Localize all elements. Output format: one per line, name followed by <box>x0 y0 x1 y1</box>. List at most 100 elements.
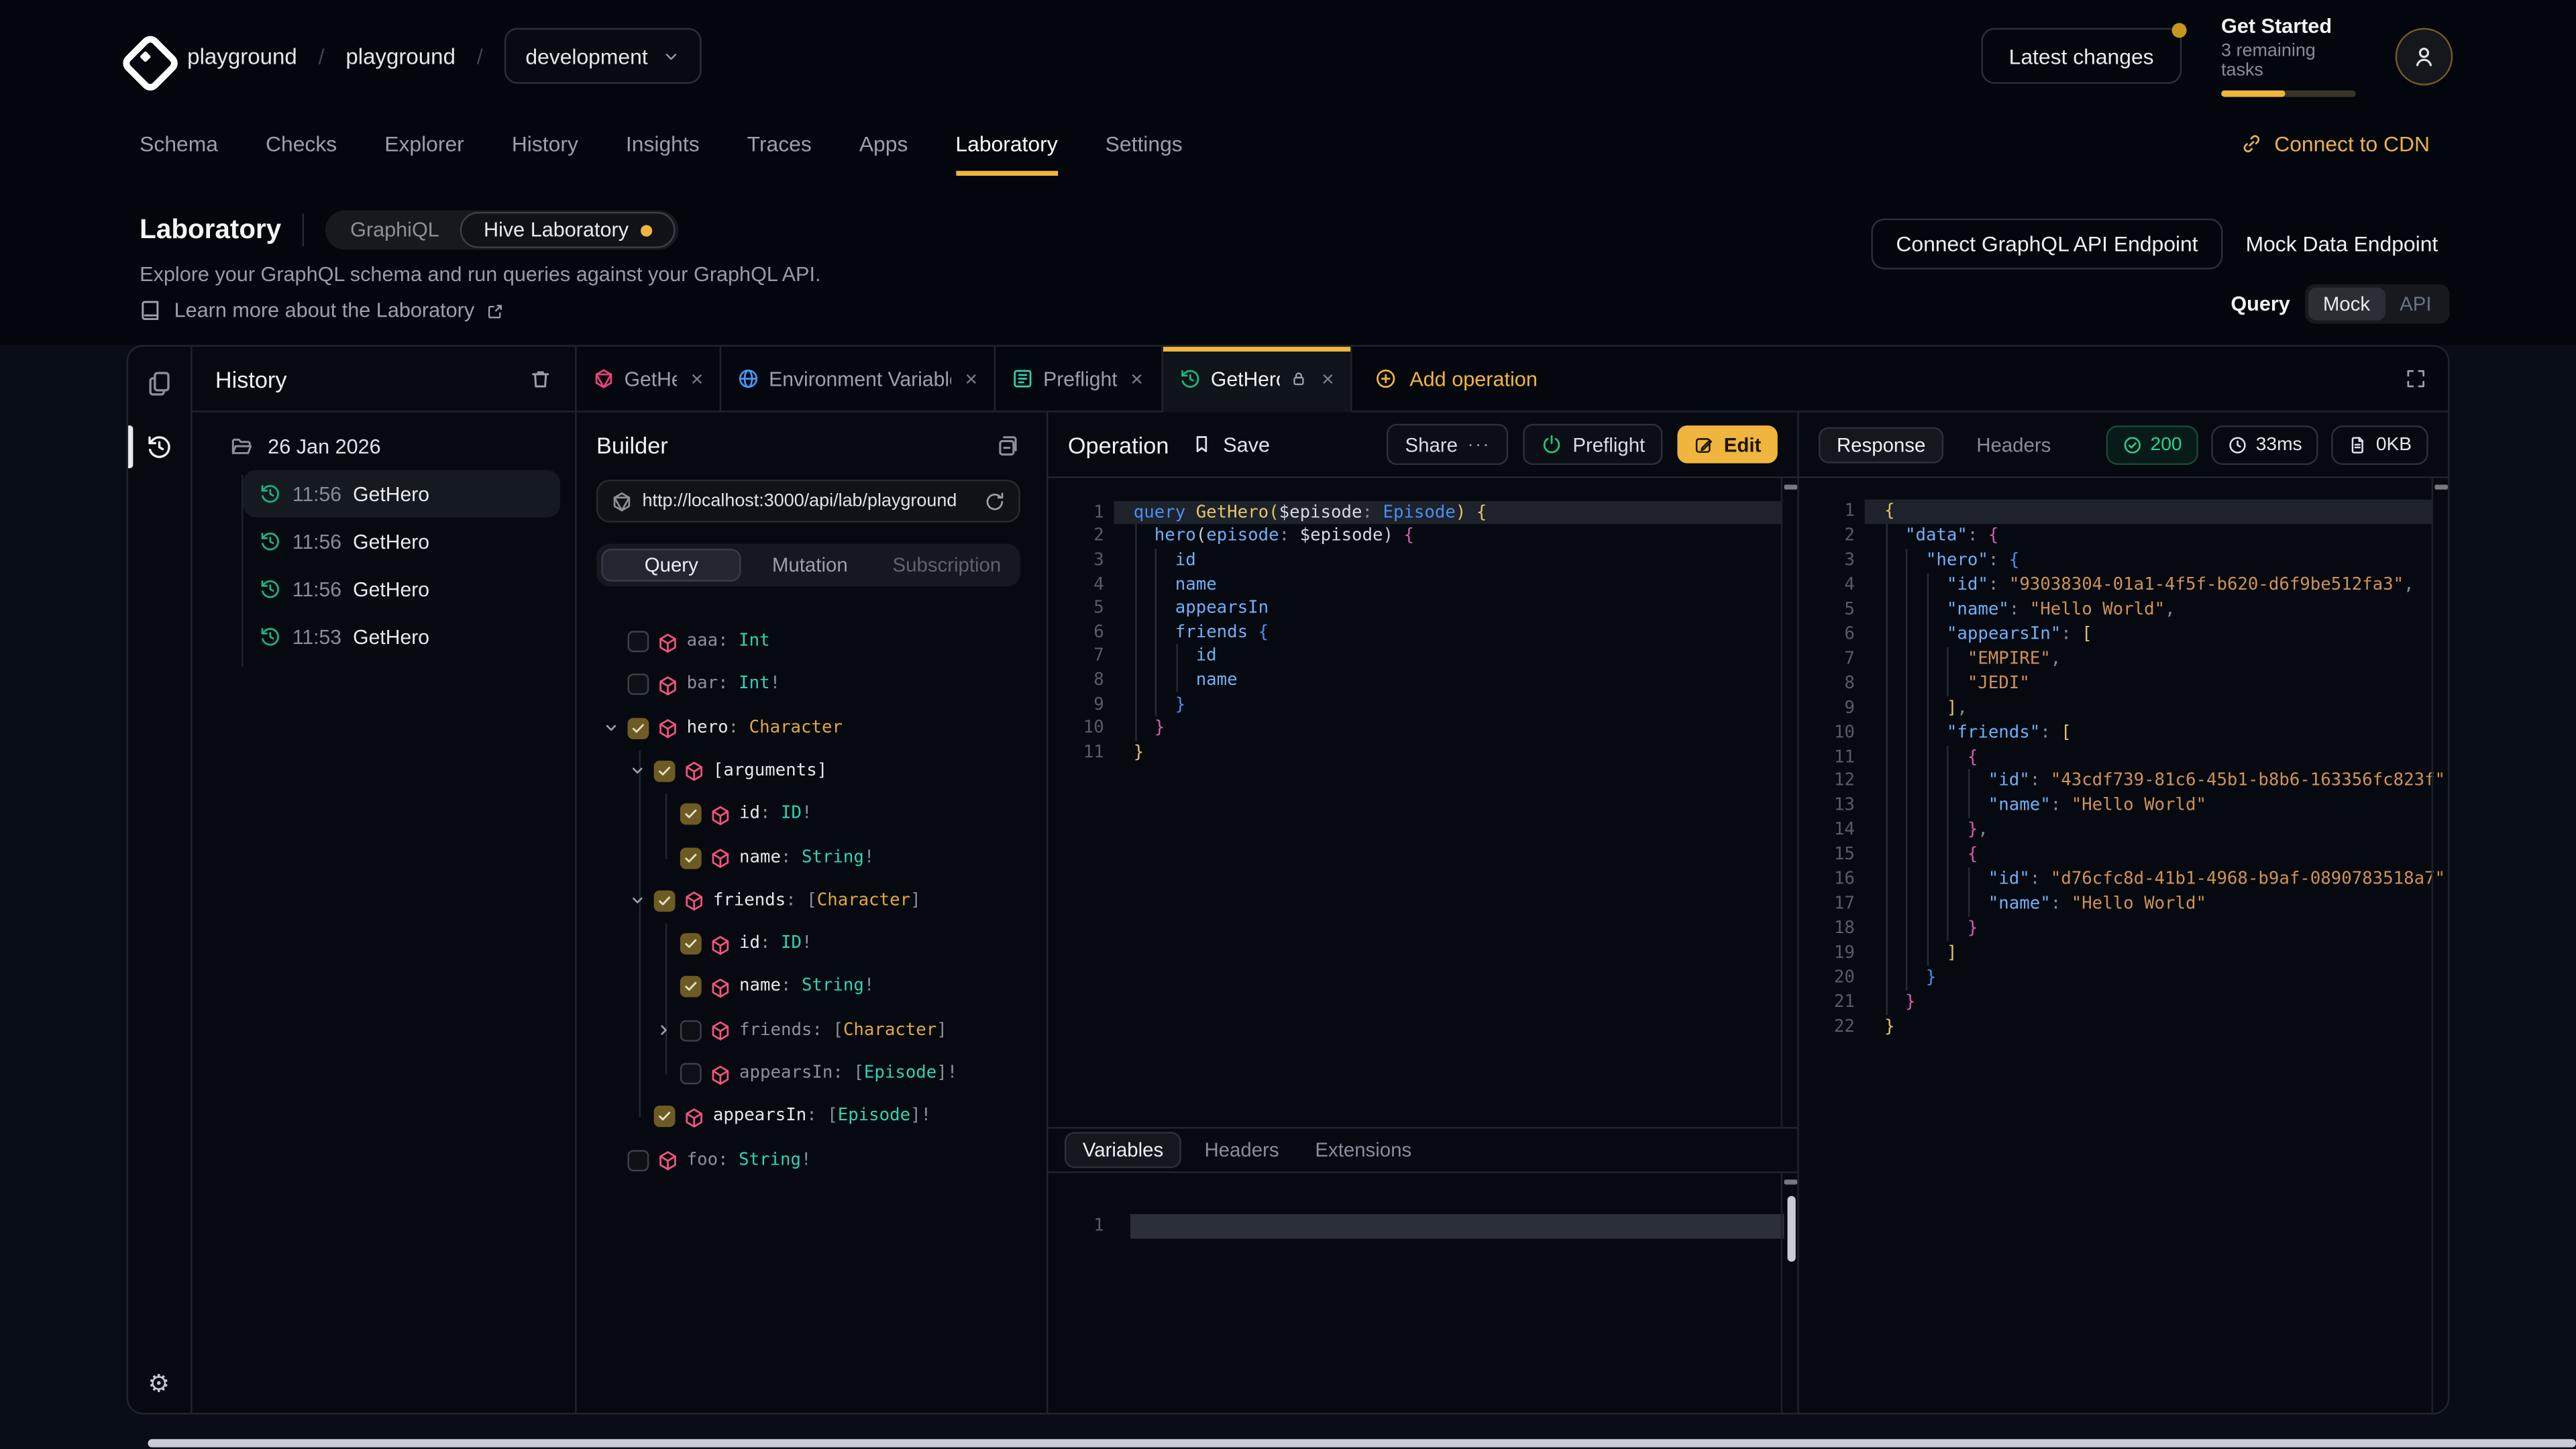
field-row-appearsIn[interactable]: appearsIn: [Episode]! <box>577 1053 1046 1096</box>
field-checkbox[interactable] <box>680 1020 702 1041</box>
refresh-schema-button[interactable] <box>984 490 1006 512</box>
history-item[interactable]: 11:53GetHero <box>243 612 560 660</box>
nav-tab-explorer[interactable]: Explorer <box>384 112 464 176</box>
horizontal-scrollbar[interactable] <box>148 1439 2576 1447</box>
tab-headers[interactable]: Headers <box>1191 1133 1292 1166</box>
field-row-hero[interactable]: hero: Character <box>577 708 1046 751</box>
field-checkbox[interactable] <box>628 674 649 696</box>
history-item-time: 11:56 <box>292 482 341 505</box>
connect-to-cdn-link[interactable]: Connect to CDN <box>2241 112 2430 176</box>
toggle-option-hive-laboratory[interactable]: Hive Laboratory <box>461 212 675 248</box>
tab-response[interactable]: Response <box>1819 427 1943 463</box>
close-tab-icon[interactable]: × <box>965 366 978 391</box>
chevron-down-icon[interactable] <box>629 762 645 778</box>
tab-extensions[interactable]: Extensions <box>1302 1133 1425 1166</box>
get-started-widget[interactable]: Get Started 3 remaining tasks <box>2221 15 2356 97</box>
field-row-arguments[interactable]: [arguments] <box>577 751 1046 794</box>
field-row-foo[interactable]: foo: String! <box>577 1140 1046 1183</box>
fullscreen-button[interactable] <box>2405 368 2426 390</box>
tab-subscription[interactable]: Subscription <box>878 549 1015 582</box>
latest-changes-button[interactable]: Latest changes <box>1981 28 2182 84</box>
field-row-id[interactable]: id: ID! <box>577 924 1046 967</box>
history-icon <box>260 626 281 647</box>
field-checkbox[interactable] <box>680 977 702 998</box>
operation-tab-environment-variables[interactable]: Environment Variables× <box>721 347 996 413</box>
field-row-friends[interactable]: friends: [Character] <box>577 880 1046 923</box>
history-item[interactable]: 11:56GetHero <box>243 517 560 565</box>
field-row-friends[interactable]: friends: [Character] <box>577 1010 1046 1053</box>
field-checkbox[interactable] <box>680 847 702 868</box>
nav-tab-history[interactable]: History <box>512 112 578 176</box>
field-row-appearsIn[interactable]: appearsIn: [Episode]! <box>577 1096 1046 1139</box>
tab-mutation[interactable]: Mutation <box>741 549 878 582</box>
history-item[interactable]: 11:56GetHero <box>243 470 560 517</box>
scrollbar-thumb[interactable] <box>1786 1196 1794 1262</box>
field-checkbox[interactable] <box>654 761 676 782</box>
mock-endpoint-button[interactable]: Mock Data Endpoint <box>2246 231 2438 256</box>
nav-tab-laboratory[interactable]: Laboratory <box>955 112 1057 176</box>
field-checkbox[interactable] <box>654 1106 676 1128</box>
endpoint-mode-api[interactable]: API <box>2385 288 2446 321</box>
chevron-down-icon[interactable] <box>629 892 645 908</box>
clear-history-button[interactable] <box>529 367 552 390</box>
collections-rail-button[interactable] <box>146 370 172 396</box>
field-checkbox[interactable] <box>654 890 676 912</box>
field-checkbox[interactable] <box>680 804 702 825</box>
tab-query[interactable]: Query <box>601 549 741 582</box>
operation-tab-gethero[interactable]: GetHero× <box>1163 347 1352 413</box>
target-selector[interactable]: development <box>504 28 702 84</box>
user-avatar[interactable] <box>2396 27 2453 85</box>
variables-editor[interactable]: 1 <box>1048 1173 1797 1413</box>
settings-rail-button[interactable]: ⚙ <box>148 1372 170 1397</box>
share-button[interactable]: Share··· <box>1387 424 1509 465</box>
tab-response-headers[interactable]: Headers <box>1964 428 2064 461</box>
close-tab-icon[interactable]: × <box>691 366 704 391</box>
nav-tab-schema[interactable]: Schema <box>140 112 218 176</box>
share-menu-dots[interactable]: ··· <box>1468 435 1491 454</box>
history-item[interactable]: 11:56GetHero <box>243 565 560 612</box>
add-operation-button[interactable]: Add operation <box>1352 367 1561 390</box>
field-checkbox[interactable] <box>680 1063 702 1084</box>
preflight-button[interactable]: Preflight <box>1523 424 1663 465</box>
breadcrumb-org[interactable]: playground <box>187 44 297 68</box>
nav-tab-traces[interactable]: Traces <box>747 112 812 176</box>
endpoint-url-input[interactable]: http://localhost:3000/api/lab/playground <box>596 480 1020 523</box>
query-editor[interactable]: 1query GetHero($episode: Episode) {2 her… <box>1048 478 1797 1129</box>
edit-button[interactable]: Edit <box>1678 425 1778 463</box>
chevron-down-icon[interactable] <box>603 719 619 735</box>
globe-icon <box>738 368 759 390</box>
nav-tab-insights[interactable]: Insights <box>626 112 700 176</box>
nav-tab-checks[interactable]: Checks <box>266 112 337 176</box>
nav-tab-settings[interactable]: Settings <box>1106 112 1183 176</box>
history-rail-button[interactable] <box>146 434 172 460</box>
nav-tab-apps[interactable]: Apps <box>859 112 908 176</box>
field-row-name[interactable]: name: String! <box>577 967 1046 1010</box>
save-button[interactable]: Save <box>1192 433 1270 455</box>
history-date-group[interactable]: 26 Jan 2026 <box>230 435 381 458</box>
minimize-icon[interactable] <box>2434 484 2447 489</box>
field-row-bar[interactable]: bar: Int! <box>577 664 1046 707</box>
connect-endpoint-button[interactable]: Connect GraphQL API Endpoint <box>1872 219 2223 270</box>
field-checkbox[interactable] <box>628 1149 649 1171</box>
minimize-icon[interactable] <box>1783 484 1796 489</box>
field-checkbox[interactable] <box>628 717 649 739</box>
response-viewer[interactable]: 1{2 "data": {3 "hero": {4 "id": "9303830… <box>1799 478 2448 1413</box>
field-checkbox[interactable] <box>680 933 702 955</box>
hive-logo-icon[interactable] <box>123 36 164 76</box>
field-row-id[interactable]: id: ID! <box>577 794 1046 837</box>
learn-more-link[interactable]: Learn more about the Laboratory <box>140 299 504 322</box>
operation-tab-gethero[interactable]: GetHero× <box>577 347 722 413</box>
operation-tab-preflight[interactable]: Preflight× <box>996 347 1163 413</box>
tab-variables[interactable]: Variables <box>1065 1131 1181 1167</box>
field-row-aaa[interactable]: aaa: Int <box>577 621 1046 664</box>
field-checkbox[interactable] <box>628 631 649 652</box>
close-tab-icon[interactable]: × <box>1130 366 1143 391</box>
endpoint-mode-mock[interactable]: Mock <box>2308 288 2385 321</box>
field-row-name[interactable]: name: String! <box>577 837 1046 880</box>
close-tab-icon[interactable]: × <box>1322 366 1334 391</box>
toggle-option-graphiql[interactable]: GraphiQL <box>329 210 460 250</box>
breadcrumb-project[interactable]: playground <box>345 44 455 68</box>
chevron-right-icon[interactable] <box>655 1022 672 1038</box>
minimize-icon[interactable] <box>1783 1179 1796 1184</box>
builder-collapse-button[interactable] <box>996 433 1020 458</box>
